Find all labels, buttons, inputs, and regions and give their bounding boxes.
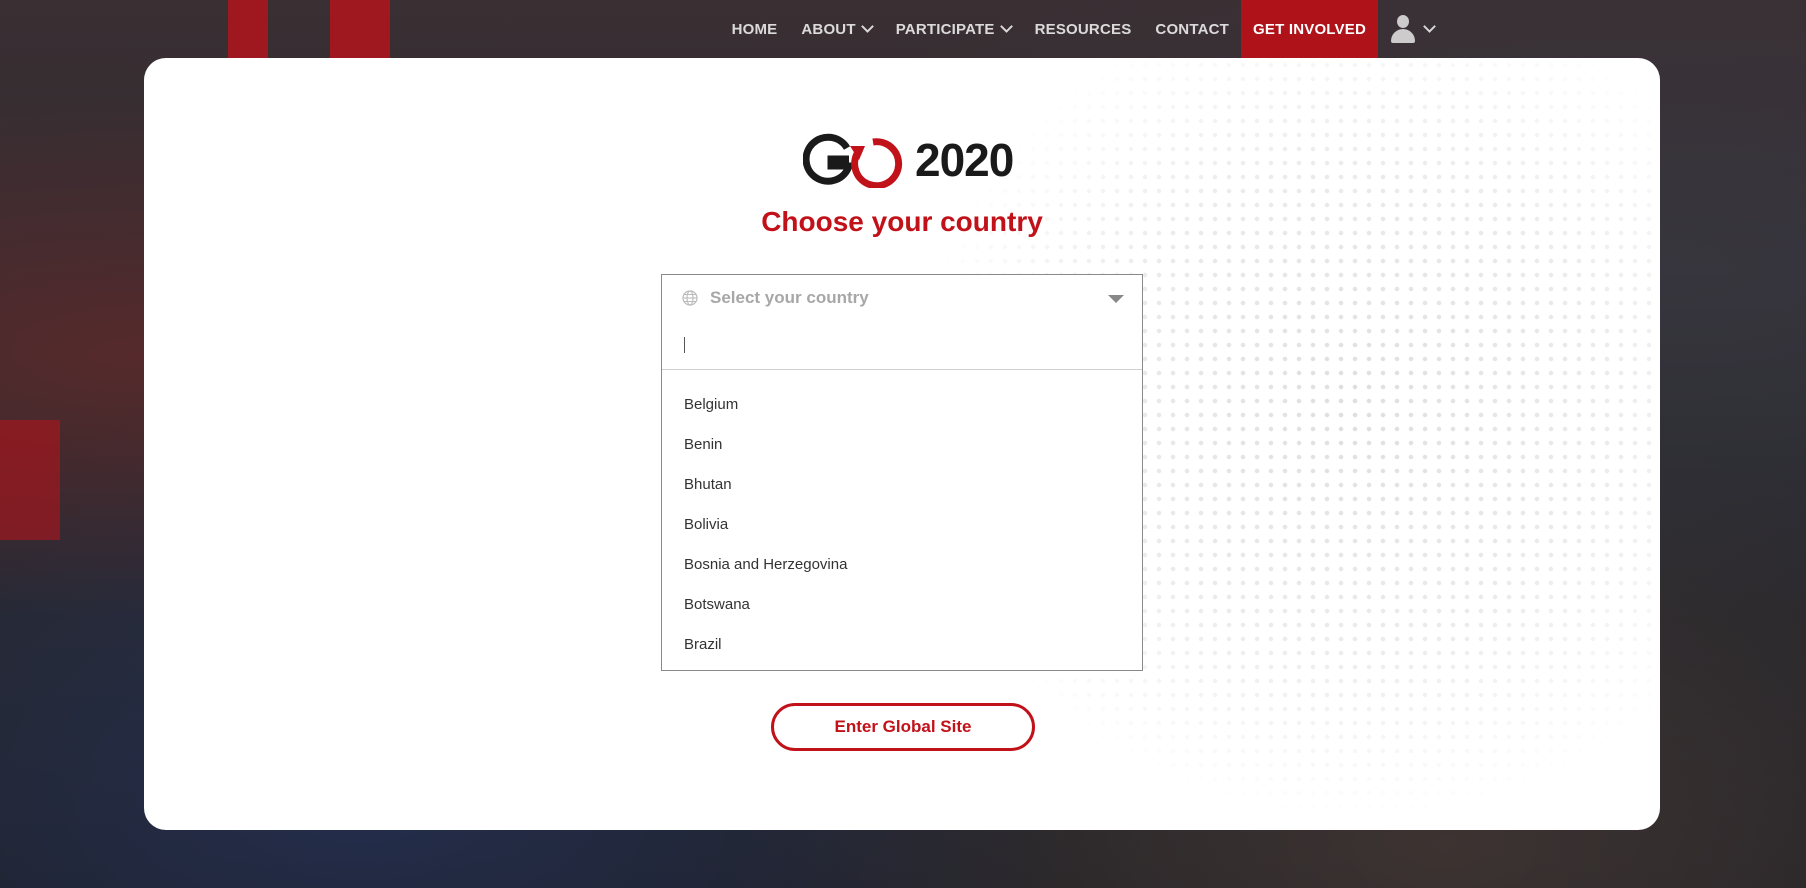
country-option-botswana[interactable]: Botswana (662, 584, 1142, 624)
country-select[interactable]: Select your country (661, 274, 1143, 322)
globe-icon (682, 290, 698, 306)
nav-item-participate[interactable]: PARTICIPATE (884, 0, 1023, 58)
chevron-down-icon (999, 20, 1013, 33)
go-logo-mark-icon (803, 133, 903, 188)
logo-year: 2020 (915, 134, 1014, 186)
top-navigation: HOME ABOUT PARTICIPATE RESOURCES CONTACT… (720, 0, 1806, 58)
country-option-bolivia[interactable]: Bolivia (662, 504, 1142, 544)
go2020-logo: 2020 (803, 128, 1014, 192)
nav-item-label: HOME (731, 20, 778, 38)
country-option-brazil[interactable]: Brazil (662, 624, 1142, 664)
nav-item-label: RESOURCES (1034, 20, 1132, 38)
country-chooser-card: 2020 Choose your country Select your cou… (144, 58, 1660, 830)
nav-item-label: CONTACT (1155, 20, 1230, 38)
chevron-down-icon (860, 20, 874, 33)
select-placeholder: Select your country (710, 288, 869, 307)
caret-down-icon (1108, 295, 1124, 303)
country-option-belgium[interactable]: Belgium (662, 384, 1142, 424)
country-search-input[interactable] (684, 337, 1120, 353)
nav-item-label: PARTICIPATE (895, 20, 995, 38)
nav-item-home[interactable]: HOME (720, 0, 790, 58)
country-option-bhutan[interactable]: Bhutan (662, 464, 1142, 504)
user-icon (1390, 15, 1416, 43)
chevron-down-icon (1423, 20, 1436, 33)
dropdown-search-row (662, 321, 1142, 370)
country-options-list: Belgium Benin Bhutan Bolivia Bosnia and … (662, 370, 1142, 664)
background-sign (330, 0, 390, 58)
nav-item-label: ABOUT (801, 20, 856, 38)
nav-item-resources[interactable]: RESOURCES (1023, 0, 1144, 58)
country-option-benin[interactable]: Benin (662, 424, 1142, 464)
background-sign (228, 0, 268, 60)
background-sign (0, 420, 60, 540)
user-menu[interactable] (1378, 0, 1446, 58)
nav-item-contact[interactable]: CONTACT (1143, 0, 1241, 58)
get-involved-button[interactable]: GET INVOLVED (1241, 0, 1378, 58)
nav-item-about[interactable]: ABOUT (789, 0, 883, 58)
country-option-bosnia-and-herzegovina[interactable]: Bosnia and Herzegovina (662, 544, 1142, 584)
enter-global-site-button[interactable]: Enter Global Site (771, 703, 1035, 751)
page-title: Choose your country (761, 206, 1043, 237)
country-dropdown: Belgium Benin Bhutan Bolivia Bosnia and … (661, 321, 1143, 671)
get-involved-label: GET INVOLVED (1253, 20, 1366, 38)
